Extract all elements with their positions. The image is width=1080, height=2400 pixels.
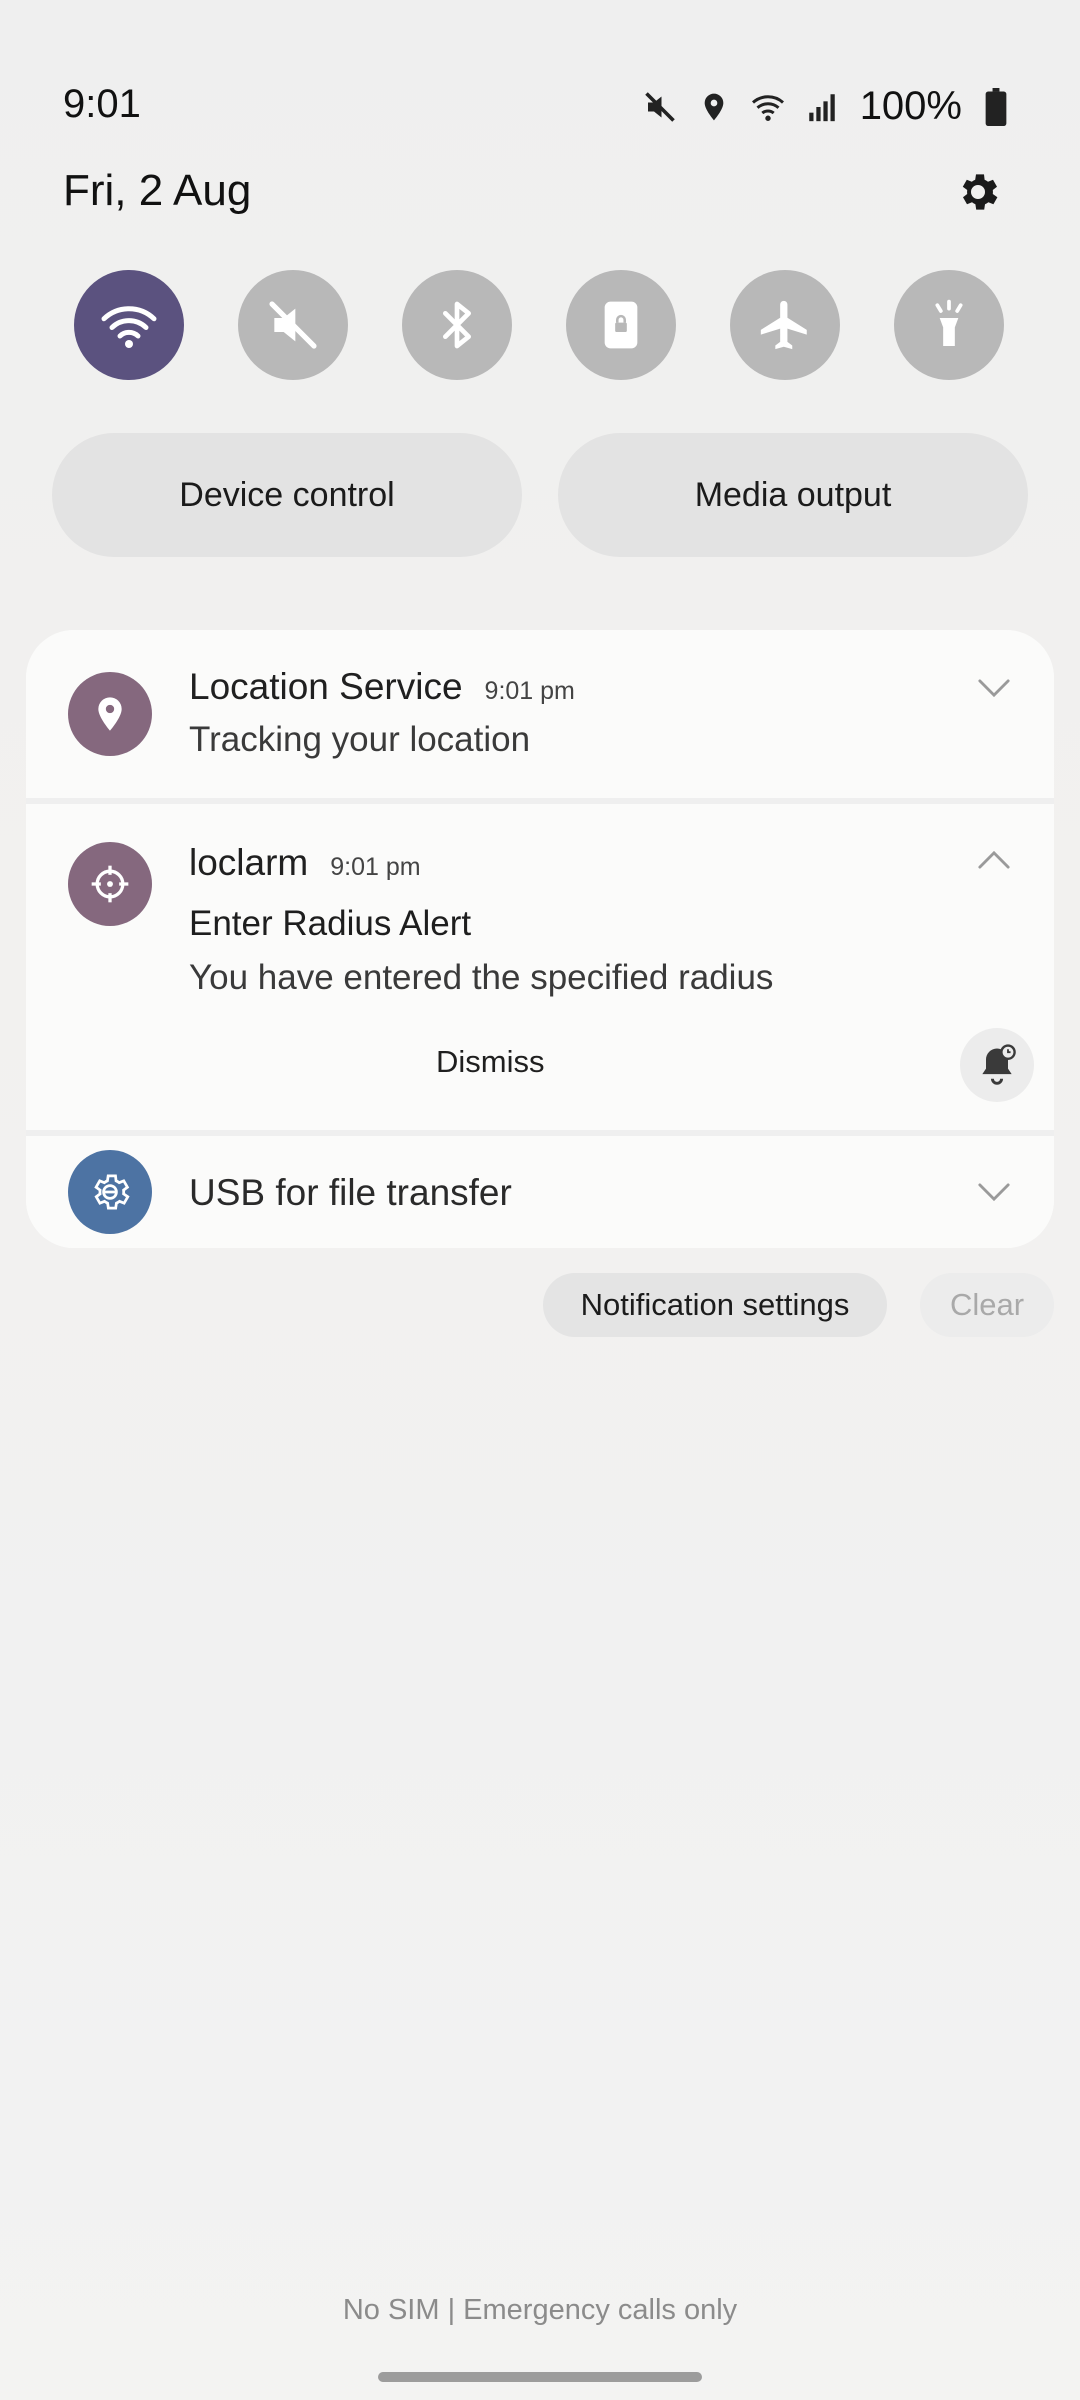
flashlight-toggle[interactable] <box>894 270 1004 380</box>
snooze-button[interactable] <box>960 1028 1034 1102</box>
wifi-icon <box>748 87 788 127</box>
sound-toggle[interactable] <box>238 270 348 380</box>
notification-app-name: Location Service <box>189 666 463 707</box>
location-icon <box>694 87 734 127</box>
chevron-down-icon <box>978 1183 1010 1202</box>
notification-app-name: USB for file transfer <box>189 1172 512 1213</box>
dismiss-button[interactable]: Dismiss <box>436 1044 545 1080</box>
notification-time: 9:01 pm <box>484 677 575 705</box>
airplane-icon <box>760 300 807 350</box>
notification-settings-button[interactable]: Notification settings <box>543 1273 887 1337</box>
signal-icon <box>802 87 842 127</box>
bluetooth-toggle[interactable] <box>402 270 512 380</box>
flashlight-icon <box>935 299 963 346</box>
bluetooth-icon <box>443 301 471 349</box>
wifi-toggle[interactable] <box>74 270 184 380</box>
status-bar-icons: 100% <box>640 84 1016 129</box>
notification-header: Location Service 9:01 pm <box>189 666 575 708</box>
notification-location-service[interactable]: Location Service 9:01 pm Tracking your lo… <box>26 630 1054 798</box>
notification-title: Enter Radius Alert <box>189 904 472 943</box>
crosshair-icon <box>68 842 152 926</box>
expand-chevron[interactable] <box>974 668 1014 708</box>
quick-settings-row <box>0 270 1080 382</box>
chevron-up-icon <box>978 850 1010 869</box>
notification-loclarm[interactable]: loclarm 9:01 pm Enter Radius Alert You ha… <box>26 798 1054 1130</box>
home-indicator[interactable] <box>378 2372 702 2382</box>
location-pin-icon <box>68 672 152 756</box>
bell-snooze-icon <box>982 1044 1016 1085</box>
carrier-status: No SIM | Emergency calls only <box>342 2294 738 2326</box>
notification-app-name: loclarm <box>189 842 309 883</box>
portrait-lock-icon <box>604 301 638 349</box>
notification-header: loclarm 9:01 pm <box>189 842 421 884</box>
usb-settings-icon <box>68 1150 152 1234</box>
notification-usb[interactable]: USB for file transfer <box>26 1130 1054 1248</box>
notification-time: 9:01 pm <box>330 853 421 881</box>
status-bar-time: 9:01 <box>63 82 141 126</box>
notification-text: You have entered the specified radius <box>189 958 774 997</box>
settings-button[interactable] <box>950 164 1006 220</box>
wifi-icon <box>101 306 157 348</box>
battery-icon <box>976 87 1016 127</box>
airplane-mode-toggle[interactable] <box>730 270 840 380</box>
notification-text: Tracking your location <box>189 720 531 759</box>
mute-icon <box>269 301 317 349</box>
mute-icon <box>640 87 680 127</box>
date-label: Fri, 2 Aug <box>63 166 252 215</box>
clear-button[interactable]: Clear <box>920 1273 1054 1337</box>
expand-chevron[interactable] <box>974 1172 1014 1212</box>
portrait-lock-toggle[interactable] <box>566 270 676 380</box>
notification-group: Location Service 9:01 pm Tracking your lo… <box>26 630 1054 1248</box>
battery-percentage: 100% <box>859 84 962 128</box>
chevron-down-icon <box>978 679 1010 698</box>
media-output-button[interactable]: Media output <box>558 433 1028 557</box>
gear-icon <box>962 174 998 210</box>
collapse-chevron[interactable] <box>974 840 1014 880</box>
device-control-button[interactable]: Device control <box>52 433 522 557</box>
